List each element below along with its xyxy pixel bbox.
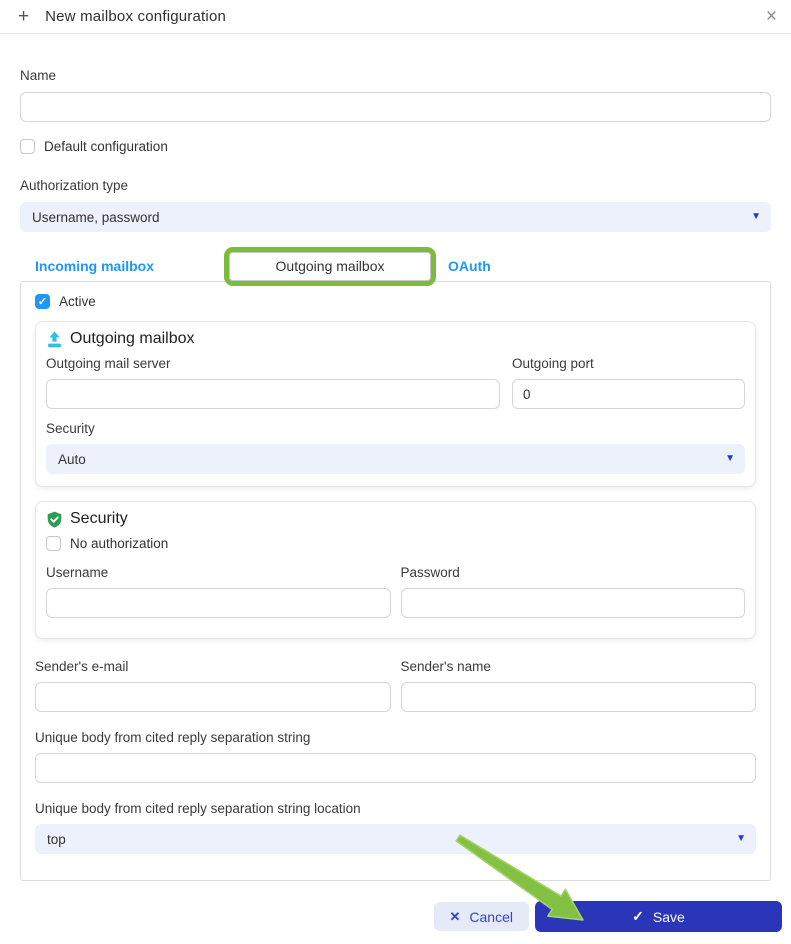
active-row[interactable]: ✓ Active [35,294,756,309]
active-checkbox[interactable]: ✓ [35,294,50,309]
save-check-icon: ✓ [632,908,644,925]
chevron-down-icon: ▼ [725,454,735,464]
sender-name-label: Sender's name [401,659,757,674]
dialog-footer: ✕ Cancel ✓ Save [434,901,783,932]
cancel-button[interactable]: ✕ Cancel [434,902,530,931]
plus-icon: + [18,7,29,26]
save-button-label: Save [653,909,685,925]
dialog-title: New mailbox configuration [45,8,226,25]
outgoing-port-input[interactable] [512,379,745,409]
outgoing-tab-panel: ✓ Active Outgoing mailbox Outgoing mail … [20,281,771,881]
save-button[interactable]: ✓ Save [535,901,782,932]
separation-location-value: top [47,832,66,847]
separation-string-label: Unique body from cited reply separation … [35,730,756,745]
outgoing-port-label: Outgoing port [512,356,745,371]
separation-location-label: Unique body from cited reply separation … [35,801,756,816]
security-card-title: Security [70,510,128,528]
new-mailbox-dialog: + New mailbox configuration × Name Defau… [0,0,791,944]
close-icon[interactable]: × [766,7,777,26]
default-configuration-checkbox[interactable] [20,139,35,154]
security-select-label: Security [46,421,745,436]
username-label: Username [46,565,391,580]
sender-email-label: Sender's e-mail [35,659,391,674]
security-card: Security No authorization Username Passw… [35,501,756,639]
tab-outgoing-mailbox[interactable]: Outgoing mailbox [229,252,431,281]
active-label: Active [59,294,96,309]
outgoing-mail-server-label: Outgoing mail server [46,356,500,371]
upload-icon [46,331,63,348]
security-select[interactable]: Auto ▼ [46,444,745,474]
security-select-value: Auto [58,452,86,467]
chevron-down-icon: ▼ [751,212,761,222]
no-authorization-checkbox[interactable] [46,536,61,551]
chevron-down-icon: ▼ [736,834,746,844]
password-label: Password [401,565,746,580]
outgoing-mailbox-card: Outgoing mailbox Outgoing mail server Ou… [35,321,756,487]
separation-string-input[interactable] [35,753,756,783]
default-configuration-row[interactable]: Default configuration [20,139,771,154]
authorization-type-label: Authorization type [20,178,771,193]
default-configuration-label: Default configuration [44,139,168,154]
username-input[interactable] [46,588,391,618]
outgoing-mail-server-input[interactable] [46,379,500,409]
outgoing-card-title: Outgoing mailbox [70,330,195,348]
tab-oauth[interactable]: OAuth [448,258,491,274]
no-authorization-row[interactable]: No authorization [46,536,745,551]
authorization-type-value: Username, password [32,210,160,225]
dialog-header: + New mailbox configuration × [0,0,791,34]
sender-name-input[interactable] [401,682,757,712]
mailbox-tabs: Incoming mailbox Outgoing mailbox OAuth [20,246,771,286]
name-input[interactable] [20,92,771,122]
separation-location-select[interactable]: top ▼ [35,824,756,854]
no-authorization-label: No authorization [70,536,168,551]
authorization-type-select[interactable]: Username, password ▼ [20,202,771,232]
annotation-highlight-box: Outgoing mailbox [224,247,436,286]
name-label: Name [20,68,771,83]
password-input[interactable] [401,588,746,618]
cancel-x-icon: ✕ [450,909,461,925]
cancel-button-label: Cancel [469,909,513,925]
sender-email-input[interactable] [35,682,391,712]
tab-incoming-mailbox[interactable]: Incoming mailbox [35,258,154,274]
shield-icon [46,511,63,528]
